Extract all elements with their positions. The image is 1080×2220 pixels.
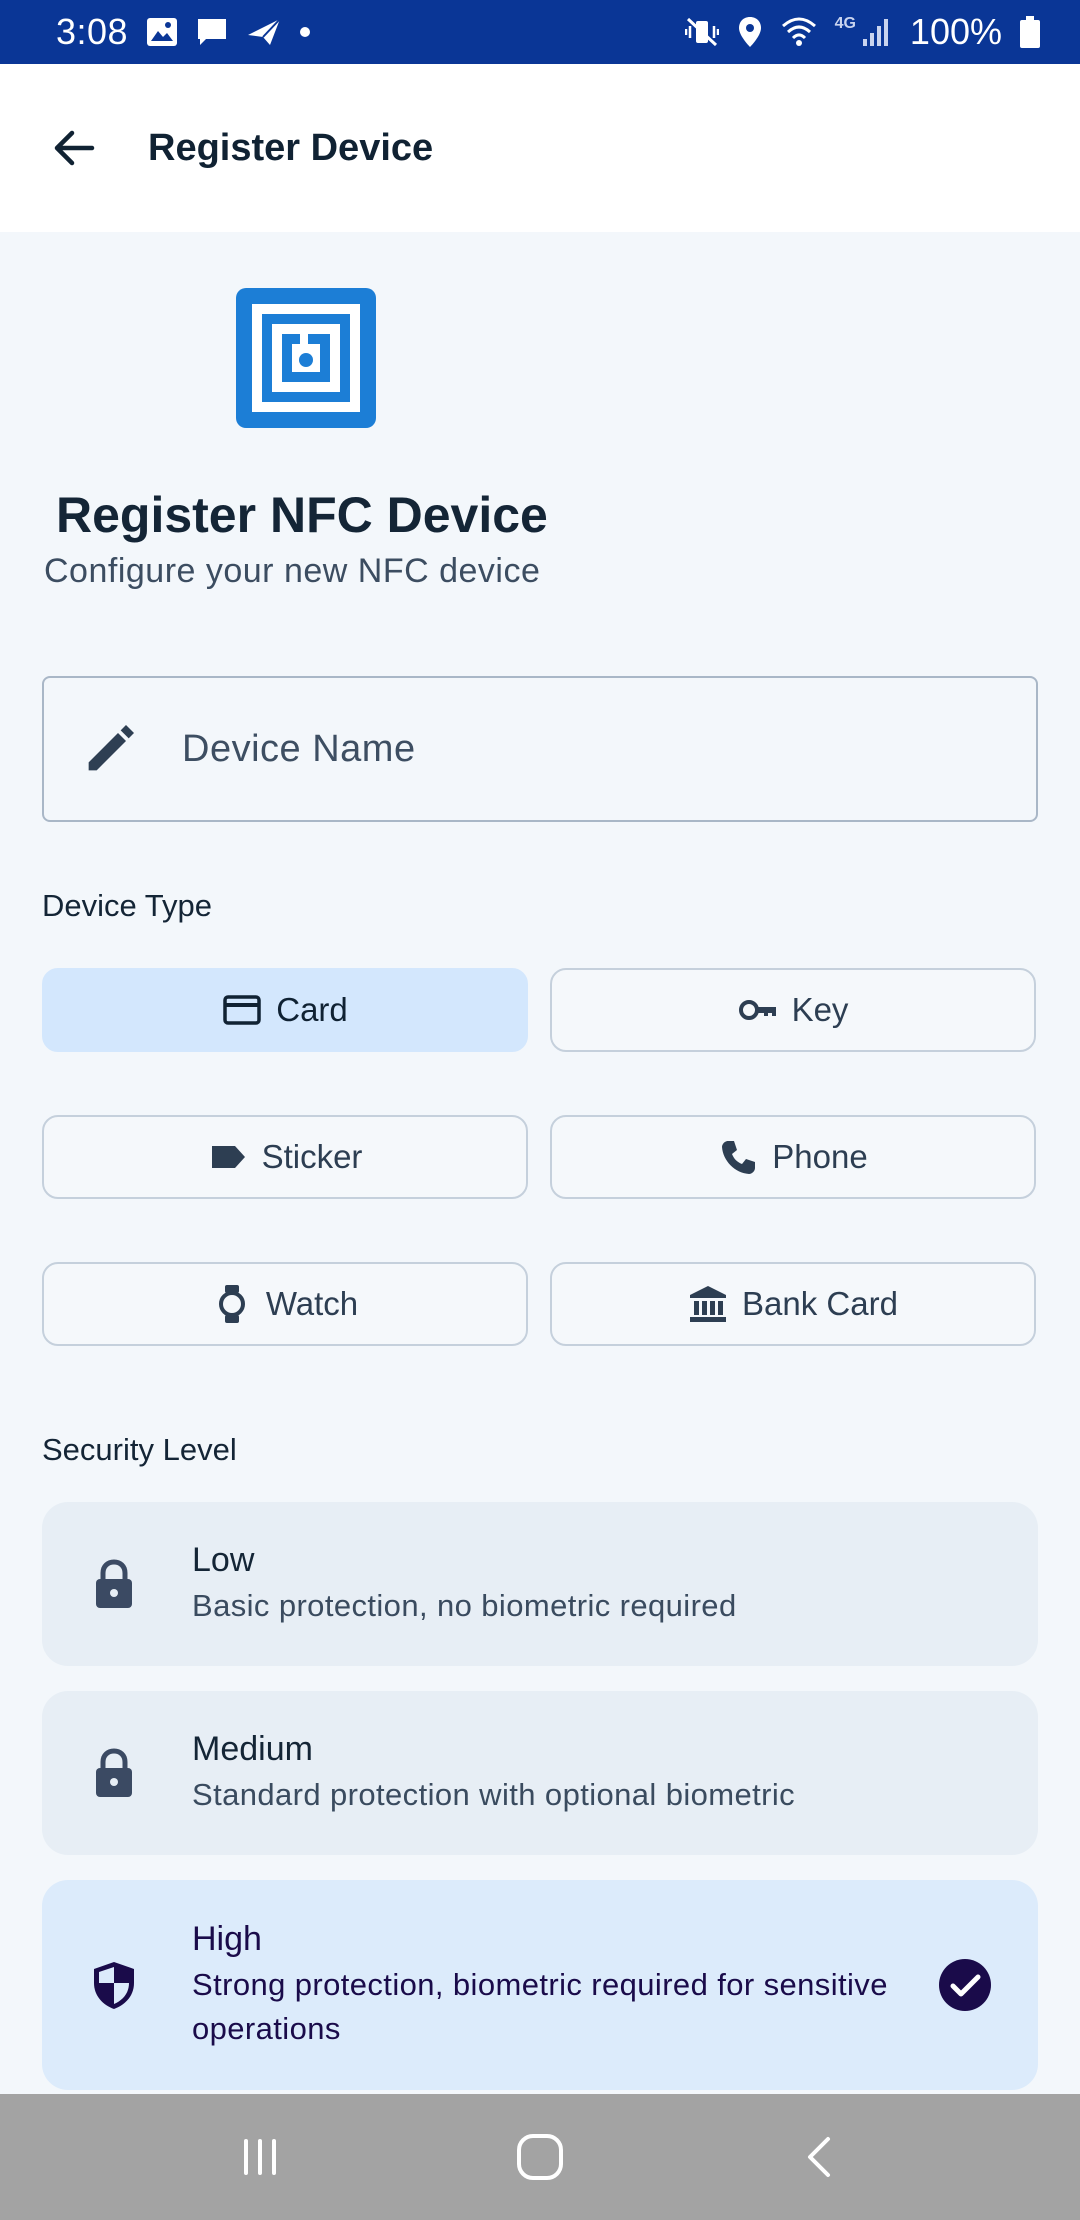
- device-type-sticker[interactable]: Sticker: [42, 1115, 528, 1199]
- device-type-bank-card[interactable]: Bank Card: [550, 1262, 1036, 1346]
- phone-icon: [722, 1141, 756, 1174]
- watch-icon: [218, 1285, 245, 1323]
- security-level-high-text: High Strong protection, biometric requir…: [192, 1920, 892, 2051]
- security-level-low-name: Low: [192, 1540, 255, 1579]
- device-type-sticker-label: Sticker: [261, 1138, 363, 1175]
- send-notification-icon: [248, 18, 281, 45]
- device-name-input[interactable]: [182, 727, 982, 771]
- device-type-label: Device Type: [42, 888, 213, 923]
- status-time: 3:08: [56, 11, 129, 52]
- lock-icon: [96, 1748, 132, 1797]
- device-type-watch-label: Watch: [265, 1285, 359, 1322]
- key-icon: [738, 1000, 776, 1020]
- bank-icon: [690, 1286, 727, 1322]
- location-icon: [738, 17, 761, 47]
- home-button[interactable]: [495, 2112, 585, 2202]
- back-button[interactable]: [34, 108, 114, 188]
- device-type-card[interactable]: Card: [42, 968, 528, 1052]
- device-type-phone-label: Phone: [772, 1138, 868, 1175]
- main-content: Register NFC Device Configure your new N…: [0, 232, 1080, 2094]
- security-level-high[interactable]: High Strong protection, biometric requir…: [42, 1880, 1038, 2090]
- device-type-card-label: Card: [276, 991, 348, 1028]
- edit-icon: [88, 725, 134, 771]
- app-bar: Register Device: [0, 64, 1080, 232]
- signal-icon: [862, 19, 888, 46]
- battery-percent: 100%: [909, 11, 1002, 52]
- label-icon: [211, 1146, 245, 1168]
- recent-apps-icon: [244, 2139, 276, 2175]
- wifi-icon: [781, 17, 816, 46]
- security-level-medium-description: Standard protection with optional biomet…: [192, 1776, 796, 1812]
- security-level-label: Security Level: [42, 1432, 237, 1467]
- security-level-low[interactable]: Low Basic protection, no biometric requi…: [42, 1502, 1038, 1666]
- device-type-key-label: Key: [791, 991, 849, 1028]
- shield-icon: [94, 1962, 134, 2009]
- message-notification-icon: [198, 19, 227, 45]
- security-level-high-name: High: [192, 1919, 262, 1958]
- system-nav-bar: [0, 2094, 1080, 2220]
- security-level-medium-text: Medium Standard protection with optional…: [192, 1730, 795, 1817]
- security-level-high-description: Strong protection, biometric required fo…: [192, 1966, 888, 2046]
- security-level-low-description: Basic protection, no biometric required: [192, 1587, 737, 1623]
- vibrate-mute-icon: [684, 17, 719, 47]
- arrow-back-icon: [54, 130, 95, 166]
- lock-icon: [96, 1559, 132, 1608]
- device-type-phone[interactable]: Phone: [550, 1115, 1036, 1199]
- credit-card-icon: [223, 995, 261, 1025]
- page-title: Register Device: [148, 126, 434, 169]
- recent-apps-button[interactable]: [215, 2112, 305, 2202]
- status-right: 4G 100%: [684, 11, 1040, 53]
- nfc-logo-icon: [236, 288, 376, 428]
- more-notifications-dot: [300, 27, 311, 37]
- hero-title: Register NFC Device: [56, 487, 548, 543]
- security-level-medium[interactable]: Medium Standard protection with optional…: [42, 1691, 1038, 1855]
- chevron-left-icon: [808, 2137, 830, 2177]
- check-circle-icon: [939, 1959, 991, 2011]
- device-name-field[interactable]: [42, 676, 1038, 822]
- security-level-low-text: Low Basic protection, no biometric requi…: [192, 1541, 737, 1628]
- device-type-watch[interactable]: Watch: [42, 1262, 528, 1346]
- gallery-notification-icon: [147, 18, 178, 46]
- hero-subtitle: Configure your new NFC device: [44, 552, 541, 590]
- network-type: 4G: [834, 15, 856, 32]
- status-left: 3:08: [56, 11, 311, 53]
- home-icon: [517, 2134, 563, 2180]
- back-nav-button[interactable]: [775, 2112, 865, 2202]
- status-bar: 3:08 4G 100%: [0, 0, 1080, 64]
- battery-icon: [1020, 16, 1040, 48]
- security-level-medium-name: Medium: [192, 1729, 313, 1768]
- device-type-bank-card-label: Bank Card: [742, 1285, 898, 1322]
- device-type-key[interactable]: Key: [550, 968, 1036, 1052]
